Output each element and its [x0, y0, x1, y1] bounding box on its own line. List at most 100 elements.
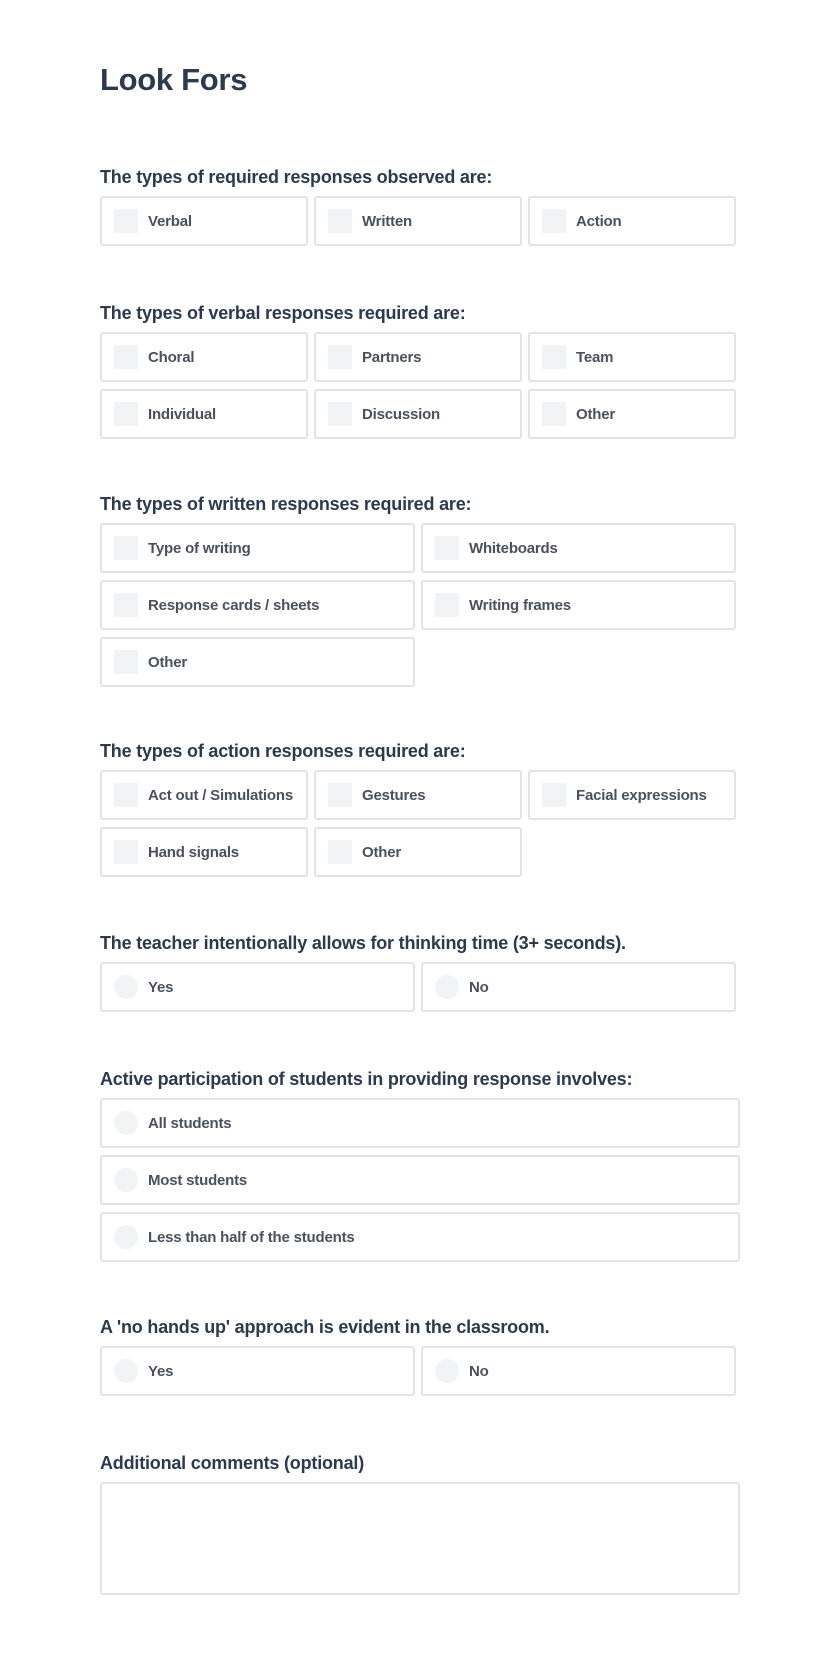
option-choral[interactable]: Choral	[100, 332, 308, 382]
checkbox-icon[interactable]	[328, 840, 352, 864]
checkbox-icon[interactable]	[328, 402, 352, 426]
option-label: Writing frames	[469, 596, 571, 614]
option-response-cards[interactable]: Response cards / sheets	[100, 580, 415, 630]
option-other[interactable]: Other	[100, 637, 415, 687]
checkbox-icon[interactable]	[435, 593, 459, 617]
radio-icon[interactable]	[114, 975, 138, 999]
option-act-out[interactable]: Act out / Simulations	[100, 770, 308, 820]
additional-comments-section: Additional comments (optional)	[100, 1452, 740, 1595]
question-active-participation: Active participation of students in prov…	[100, 1068, 740, 1262]
question-action-responses: The types of action responses required a…	[100, 740, 740, 877]
option-other[interactable]: Other	[314, 827, 522, 877]
radio-icon[interactable]	[114, 1168, 138, 1192]
checkbox-icon[interactable]	[328, 209, 352, 233]
option-type-of-writing[interactable]: Type of writing	[100, 523, 415, 573]
radio-icon[interactable]	[114, 1111, 138, 1135]
option-label: Most students	[148, 1171, 248, 1189]
option-label: Yes	[148, 978, 174, 996]
radio-group: Yes No	[100, 962, 736, 1012]
option-whiteboards[interactable]: Whiteboards	[421, 523, 736, 573]
option-label: Hand signals	[148, 843, 239, 861]
question-heading: The teacher intentionally allows for thi…	[100, 933, 626, 953]
option-label: Facial expressions	[576, 786, 707, 804]
option-written[interactable]: Written	[314, 196, 522, 246]
option-action[interactable]: Action	[528, 196, 736, 246]
checkbox-icon[interactable]	[114, 209, 138, 233]
radio-icon[interactable]	[435, 975, 459, 999]
radio-icon[interactable]	[435, 1359, 459, 1383]
option-label: Verbal	[148, 212, 192, 230]
question-heading: The types of action responses required a…	[100, 741, 466, 761]
checkbox-icon[interactable]	[114, 593, 138, 617]
option-label: Act out / Simulations	[148, 786, 293, 804]
checkbox-icon[interactable]	[114, 783, 138, 807]
radio-group: Yes No	[100, 1346, 736, 1396]
option-label: Partners	[362, 348, 422, 366]
checkbox-icon[interactable]	[542, 345, 566, 369]
checkbox-icon[interactable]	[114, 345, 138, 369]
question-heading: The types of required responses observed…	[100, 167, 493, 187]
checkbox-icon[interactable]	[328, 783, 352, 807]
option-partners[interactable]: Partners	[314, 332, 522, 382]
option-label: Type of writing	[148, 539, 251, 557]
option-less-than-half[interactable]: Less than half of the students	[100, 1212, 740, 1262]
comments-textarea[interactable]	[100, 1482, 740, 1595]
option-label: Action	[576, 212, 622, 230]
option-facial-expressions[interactable]: Facial expressions	[528, 770, 736, 820]
option-label: Choral	[148, 348, 195, 366]
page-title: Look Fors	[100, 62, 248, 97]
question-heading: The types of written responses required …	[100, 494, 472, 514]
checkbox-icon[interactable]	[542, 783, 566, 807]
option-other[interactable]: Other	[528, 389, 736, 439]
question-written-responses: The types of written responses required …	[100, 493, 740, 687]
option-most-students[interactable]: Most students	[100, 1155, 740, 1205]
question-heading: A 'no hands up' approach is evident in t…	[100, 1317, 550, 1337]
option-all-students[interactable]: All students	[100, 1098, 740, 1148]
checkbox-icon[interactable]	[542, 402, 566, 426]
option-label: All students	[148, 1114, 232, 1132]
option-label: Gestures	[362, 786, 426, 804]
question-verbal-responses: The types of verbal responses required a…	[100, 302, 740, 439]
checkbox-icon[interactable]	[328, 345, 352, 369]
question-no-hands-up: A 'no hands up' approach is evident in t…	[100, 1316, 740, 1396]
question-heading: Active participation of students in prov…	[100, 1069, 633, 1089]
option-gestures[interactable]: Gestures	[314, 770, 522, 820]
checkbox-icon[interactable]	[114, 840, 138, 864]
checkbox-icon[interactable]	[542, 209, 566, 233]
option-label: Response cards / sheets	[148, 596, 320, 614]
option-label: Discussion	[362, 405, 441, 423]
option-no[interactable]: No	[421, 962, 736, 1012]
option-no[interactable]: No	[421, 1346, 736, 1396]
option-label: Less than half of the students	[148, 1228, 355, 1246]
radio-icon[interactable]	[114, 1225, 138, 1249]
option-label: Written	[362, 212, 412, 230]
checkbox-group: Type of writing Whiteboards Response car…	[100, 523, 736, 687]
option-hand-signals[interactable]: Hand signals	[100, 827, 308, 877]
checkbox-icon[interactable]	[435, 536, 459, 560]
option-label: Other	[362, 843, 402, 861]
checkbox-icon[interactable]	[114, 536, 138, 560]
option-team[interactable]: Team	[528, 332, 736, 382]
option-individual[interactable]: Individual	[100, 389, 308, 439]
option-label: Yes	[148, 1362, 174, 1380]
option-label: Other	[576, 405, 616, 423]
question-required-responses: The types of required responses observed…	[100, 166, 740, 246]
question-thinking-time: The teacher intentionally allows for thi…	[100, 932, 740, 1012]
option-label: No	[469, 1362, 489, 1380]
option-label: Other	[148, 653, 188, 671]
option-yes[interactable]: Yes	[100, 962, 415, 1012]
question-heading: The types of verbal responses required a…	[100, 303, 466, 323]
radio-icon[interactable]	[114, 1359, 138, 1383]
option-discussion[interactable]: Discussion	[314, 389, 522, 439]
checkbox-icon[interactable]	[114, 650, 138, 674]
option-verbal[interactable]: Verbal	[100, 196, 308, 246]
option-yes[interactable]: Yes	[100, 1346, 415, 1396]
checkbox-icon[interactable]	[114, 402, 138, 426]
option-label: Team	[576, 348, 614, 366]
option-label: No	[469, 978, 489, 996]
option-writing-frames[interactable]: Writing frames	[421, 580, 736, 630]
option-label: Individual	[148, 405, 217, 423]
checkbox-group: Choral Partners Team Individual Discussi…	[100, 332, 736, 439]
radio-group: All students Most students Less than hal…	[100, 1098, 740, 1262]
checkbox-group: Verbal Written Action	[100, 196, 736, 246]
